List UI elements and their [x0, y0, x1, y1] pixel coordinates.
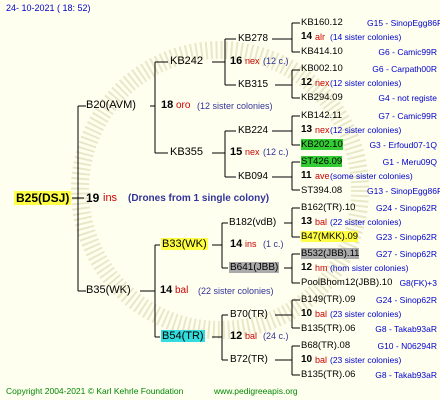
- gen4-bottom-queen-7[interactable]: B135(TR).06: [301, 369, 355, 380]
- gen4-top-origin-3: G1 - Meru09Q: [382, 157, 437, 167]
- gen2-queen-0[interactable]: KB242: [170, 55, 203, 67]
- gen2-sisters-2: (1 c.): [263, 239, 284, 249]
- gen4-bottom-origin-2: G3 - Erfoud07-1Q: [369, 140, 437, 150]
- gen4-top-queen-5[interactable]: B532(JBB).11: [301, 248, 360, 259]
- footer-copyright: Copyright 2004-2021 © Karl Kehrle Founda…: [6, 386, 184, 396]
- gen2-year-2: 14: [230, 238, 243, 250]
- gen4-year-1: 12: [301, 77, 313, 88]
- gen4-year-5: 12: [301, 262, 313, 273]
- gen2-breed-2: ins: [245, 239, 257, 249]
- gen2-year-0: 16: [230, 55, 243, 67]
- gen4-year-2: 13: [301, 124, 313, 135]
- gen2-sisters-1: (12 c.): [263, 147, 289, 157]
- gen4-breed-0: alr: [315, 32, 326, 42]
- gen2-breed-3: bal: [245, 331, 258, 341]
- gen4-year-0: 14: [301, 31, 313, 42]
- gen4-top-origin-0: G15 - SinopEgg86R: [367, 18, 440, 28]
- footer-url[interactable]: www.pedigreeapis.org: [214, 386, 298, 396]
- pedigree-chart: 24- 10-2021 ( 18: 52) B25(DSJ) 19 ins (D…: [0, 0, 440, 400]
- gen3-queen-0[interactable]: KB278: [238, 33, 268, 44]
- gen4-breed-5: hm: [315, 263, 328, 273]
- gen4-bottom-queen-6[interactable]: B135(TR).06: [301, 323, 355, 334]
- gen2-sisters-0: (12 c.): [263, 56, 289, 66]
- gen1-queen-1[interactable]: B35(WK): [86, 284, 131, 296]
- gen1-queen-0[interactable]: B20(AVM): [86, 99, 136, 111]
- gen4-breed-3: ave: [315, 171, 330, 181]
- gen3-queen-7[interactable]: B72(TR): [230, 354, 268, 365]
- gen4-bottom-queen-0[interactable]: KB414.10: [301, 46, 343, 57]
- gen4-sisters-0: (14 sister colonies): [330, 32, 402, 42]
- gen4-breed-1: nex: [315, 78, 330, 88]
- root-breed: ins: [103, 192, 118, 204]
- gen4-top-queen-2[interactable]: KB142.11: [301, 110, 342, 121]
- gen4-top-origin-5: G27 - Sinop62R: [376, 249, 437, 259]
- gen4-bottom-queen-2[interactable]: KB202.10: [301, 139, 343, 150]
- gen2-sisters-3: (24 c.): [263, 331, 289, 341]
- gen4-bottom-origin-3: G13 - SinopEgg86R: [367, 186, 440, 196]
- gen2-queen-3[interactable]: B54(TR): [161, 330, 205, 342]
- gen4-sisters-1: (12 sister colonies): [330, 78, 402, 88]
- gen4-bottom-origin-1: G4 - not registe: [378, 93, 437, 103]
- gen3-queen-1[interactable]: KB315: [238, 79, 268, 90]
- gen2-year-3: 12: [230, 330, 243, 342]
- root-note: (Drones from 1 single colony): [128, 193, 270, 204]
- gen3-queen-3[interactable]: KB094: [238, 171, 268, 182]
- gen4-top-origin-7: G10 - N06294R: [377, 341, 437, 351]
- root-queen[interactable]: B25(DSJ): [14, 191, 72, 205]
- gen2-year-1: 15: [230, 146, 243, 158]
- gen4-bottom-origin-4: G23 - Sinop62R: [376, 232, 437, 242]
- root-year: 19: [86, 191, 100, 205]
- gen4-top-origin-6: G24 - Sinop62R: [376, 295, 437, 305]
- gen4-sisters-5: (hom sister colonies): [330, 263, 409, 273]
- gen4-breed-2: nex: [315, 125, 330, 135]
- gen4-sisters-7: (23 sister colonies): [330, 355, 402, 365]
- gen2-queen-2[interactable]: B33(WK): [161, 238, 208, 250]
- gen4-top-origin-1: G6 - Carpath00R: [372, 64, 437, 74]
- gen4-bottom-queen-3[interactable]: ST394.08: [301, 185, 342, 196]
- gen4-year-3: 11: [301, 170, 312, 181]
- gen4-sisters-3: (some sister colonies): [330, 171, 413, 181]
- gen4-top-queen-1[interactable]: KB002.10: [301, 63, 343, 74]
- gen4-top-queen-3[interactable]: ST426.09: [301, 156, 343, 167]
- gen3-queen-4[interactable]: B182(vdB): [229, 217, 276, 228]
- gen2-breed-0: nex: [245, 56, 260, 66]
- gen4-bottom-queen-1[interactable]: KB294.09: [301, 92, 343, 103]
- gen4-top-origin-4: G24 - Sinop62R: [376, 203, 437, 213]
- gen4-breed-4: bal: [315, 217, 328, 227]
- gen1-year-1: 14: [160, 284, 173, 296]
- gen4-bottom-origin-7: G8 - Takab93aR: [375, 370, 437, 380]
- gen4-bottom-queen-4[interactable]: B47(MKK).09: [301, 231, 359, 242]
- gen3-queen-5[interactable]: B641(JBB): [229, 262, 280, 273]
- gen4-bottom-origin-6: G8 - Takab93aR: [375, 324, 437, 334]
- gen4-year-7: 10: [301, 354, 313, 365]
- gen4-sisters-6: (23 sister colonies): [330, 309, 402, 319]
- gen4-top-queen-4[interactable]: B162(TR).10: [301, 202, 355, 213]
- gen1-breed-0: oro: [176, 100, 191, 111]
- gen4-top-queen-7[interactable]: B68(TR).08: [301, 340, 350, 351]
- gen4-sisters-2: (12 sister colonies): [330, 125, 402, 135]
- gen4-sisters-4: (22 sister colonies): [330, 217, 402, 227]
- gen4-bottom-origin-0: G6 - Camic99R: [378, 47, 437, 57]
- gen4-breed-6: bal: [315, 309, 328, 319]
- gen4-top-queen-6[interactable]: B149(TR).09: [301, 294, 355, 305]
- gen4-breed-7: bal: [315, 355, 328, 365]
- gen3-queen-2[interactable]: KB224: [238, 125, 268, 136]
- gen1-year-0: 18: [161, 99, 174, 111]
- gen1-breed-1: bal: [175, 285, 189, 296]
- gen1-sisters-1: (22 sister colonies): [198, 286, 274, 296]
- gen2-breed-1: nex: [245, 147, 260, 157]
- gen4-top-queen-0[interactable]: KB160.12: [301, 17, 343, 28]
- gen4-year-4: 13: [301, 216, 313, 227]
- gen1-sisters-0: (12 sister colonies): [197, 101, 273, 111]
- gen4-bottom-origin-5: G8(FK)+3: [399, 278, 437, 288]
- gen3-queen-6[interactable]: B70(TR): [230, 309, 268, 320]
- gen4-year-6: 10: [301, 308, 313, 319]
- gen2-queen-1[interactable]: KB355: [170, 146, 203, 158]
- gen4-top-origin-2: G7 - Camic99R: [378, 111, 437, 121]
